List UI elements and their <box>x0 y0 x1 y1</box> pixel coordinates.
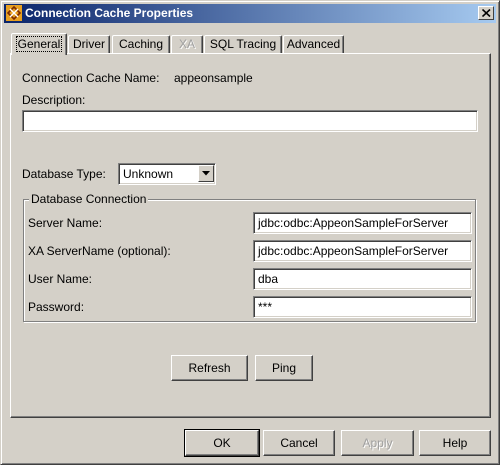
description-label: Description: <box>22 93 86 107</box>
tab-xa: XA <box>171 35 203 54</box>
cache-name-value: appeonsample <box>174 71 253 85</box>
help-button[interactable]: Help <box>419 430 491 456</box>
ping-button[interactable]: Ping <box>255 355 313 381</box>
tab-general[interactable]: General <box>11 33 67 55</box>
dialog-window: Connection Cache Properties General Driv… <box>0 0 500 465</box>
tab-sql-tracing[interactable]: SQL Tracing <box>204 35 282 54</box>
close-button[interactable] <box>478 6 494 20</box>
title-bar[interactable]: Connection Cache Properties <box>4 4 496 23</box>
tab-advanced[interactable]: Advanced <box>283 35 344 54</box>
password-label: Password: <box>28 300 85 314</box>
database-type-select[interactable]: Unknown <box>118 163 216 185</box>
user-name-field[interactable]: dba <box>253 268 472 290</box>
password-field[interactable]: *** <box>253 296 472 318</box>
dropdown-button[interactable] <box>198 165 214 182</box>
cancel-button[interactable]: Cancel <box>263 430 335 456</box>
user-name-label: User Name: <box>28 272 93 286</box>
description-field[interactable] <box>22 110 478 132</box>
chevron-down-icon <box>202 171 210 176</box>
window-title: Connection Cache Properties <box>25 6 194 20</box>
xa-server-name-field[interactable]: jdbc:odbc:AppeonSampleForServer <box>253 240 472 262</box>
database-type-label: Database Type: <box>22 167 106 181</box>
tab-caching[interactable]: Caching <box>112 35 170 54</box>
group-title: Database Connection <box>29 192 149 206</box>
close-icon <box>482 9 491 17</box>
refresh-button[interactable]: Refresh <box>171 355 248 381</box>
ok-button[interactable]: OK <box>184 429 260 457</box>
apply-button: Apply <box>341 430 414 456</box>
server-name-label: Server Name: <box>28 216 103 230</box>
app-logo-icon <box>6 5 22 21</box>
xa-server-name-label: XA ServerName (optional): <box>28 244 171 258</box>
tab-driver[interactable]: Driver <box>68 35 110 54</box>
cache-name-label: Connection Cache Name: <box>22 71 160 85</box>
server-name-field[interactable]: jdbc:odbc:AppeonSampleForServer <box>253 212 472 234</box>
tab-strip: General Driver Caching XA SQL Tracing Ad… <box>11 33 491 55</box>
